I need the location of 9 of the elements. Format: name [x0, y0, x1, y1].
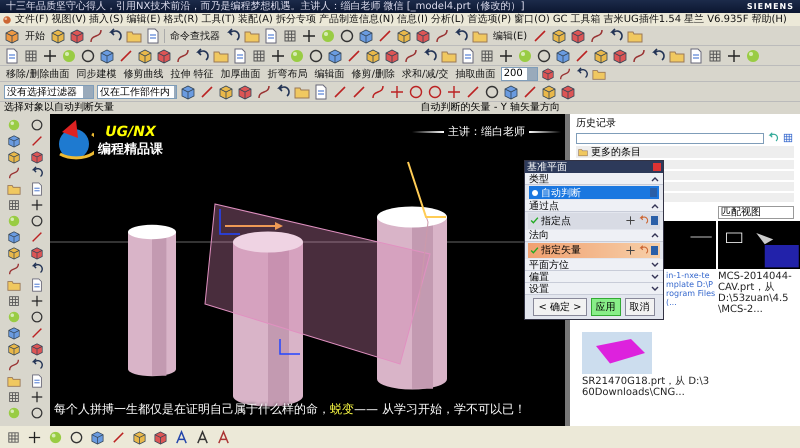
subtitle-caption: 每个人拼搏一生都仅是在证明自己属于什么样的命，蜕变—— 从学习开始，学不可以已！ — [53, 401, 527, 418]
brand-logo: SIEMENS — [746, 2, 794, 11]
window-title: 十三年品质坚守心得人，引用NX技术前沿，而乃是编程梦想机遇。主讲人：缁白老师 微信 [_model4.prt（修改的）] — [6, 0, 525, 13]
dialog-title: 基准平面 — [527, 160, 567, 174]
status-prompt: 选择对象以自动判断矢量 — [4, 102, 114, 114]
logo-title: UG/NX — [105, 124, 156, 140]
panel-title: 历史记录 — [576, 116, 617, 130]
presenter-caption: 主讲：缁白老师 — [448, 124, 525, 139]
logo-subtitle: 编程精品课 — [98, 140, 163, 158]
